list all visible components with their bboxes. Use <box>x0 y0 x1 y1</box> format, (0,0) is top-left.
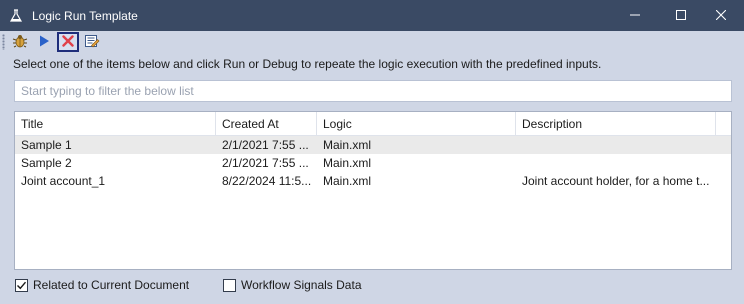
cell-created-at: 2/1/2021 7:55 ... <box>222 138 309 152</box>
cell-logic: Main.xml <box>323 174 372 188</box>
maximize-icon <box>676 9 686 23</box>
instruction-text: Select one of the items below and click … <box>13 57 602 71</box>
related-document-label: Related to Current Document <box>33 278 190 292</box>
workflow-signals-label: Workflow Signals Data <box>241 278 362 292</box>
delete-button[interactable] <box>57 32 79 52</box>
workflow-signals-checkbox[interactable] <box>223 278 236 292</box>
column-header-title[interactable]: Title <box>15 112 216 136</box>
delete-x-icon <box>62 34 74 50</box>
toolbar-grip[interactable] <box>2 34 5 50</box>
column-header-description[interactable]: Description <box>516 112 716 136</box>
flask-icon <box>8 8 24 24</box>
cell-description: Joint account holder, for a home t... <box>522 174 710 188</box>
column-header-created-at[interactable]: Created At <box>216 112 317 136</box>
cell-description <box>516 154 716 172</box>
toolbar <box>0 31 744 53</box>
cell-title: Sample 2 <box>21 156 72 170</box>
edit-list-icon <box>84 33 100 52</box>
close-button[interactable] <box>698 0 744 31</box>
table-row[interactable]: Sample 1 2/1/2021 7:55 ... Main.xml <box>15 136 731 154</box>
cell-title: Joint account_1 <box>21 174 106 188</box>
cell-title: Sample 1 <box>21 138 72 152</box>
cell-created-at: 2/1/2021 7:55 ... <box>222 156 309 170</box>
minimize-button[interactable] <box>612 0 658 31</box>
cell-logic: Main.xml <box>323 138 372 152</box>
table-row[interactable]: Sample 2 2/1/2021 7:55 ... Main.xml <box>15 154 731 172</box>
title-bar: Logic Run Template <box>0 0 744 31</box>
minimize-icon <box>630 9 640 23</box>
templates-table[interactable]: Title Created At Logic Description Sampl… <box>14 111 732 270</box>
run-button[interactable] <box>33 32 55 52</box>
table-row[interactable]: Joint account_1 8/22/2024 11:5... Main.x… <box>15 172 731 190</box>
window-title: Logic Run Template <box>32 8 138 23</box>
bug-icon <box>12 33 28 52</box>
debug-button[interactable] <box>9 32 31 52</box>
edit-button[interactable] <box>81 32 103 52</box>
close-icon <box>715 9 727 23</box>
workflow-signals-option[interactable]: Workflow Signals Data <box>223 278 362 292</box>
related-document-option[interactable]: Related to Current Document <box>15 278 189 292</box>
column-header-logic[interactable]: Logic <box>317 112 516 136</box>
cell-description <box>516 136 716 154</box>
play-icon <box>37 34 51 51</box>
filter-input[interactable] <box>14 80 732 102</box>
cell-created-at: 8/22/2024 11:5... <box>222 174 312 188</box>
related-document-checkbox[interactable] <box>15 278 28 292</box>
cell-logic: Main.xml <box>323 156 372 170</box>
table-header: Title Created At Logic Description <box>15 112 731 136</box>
